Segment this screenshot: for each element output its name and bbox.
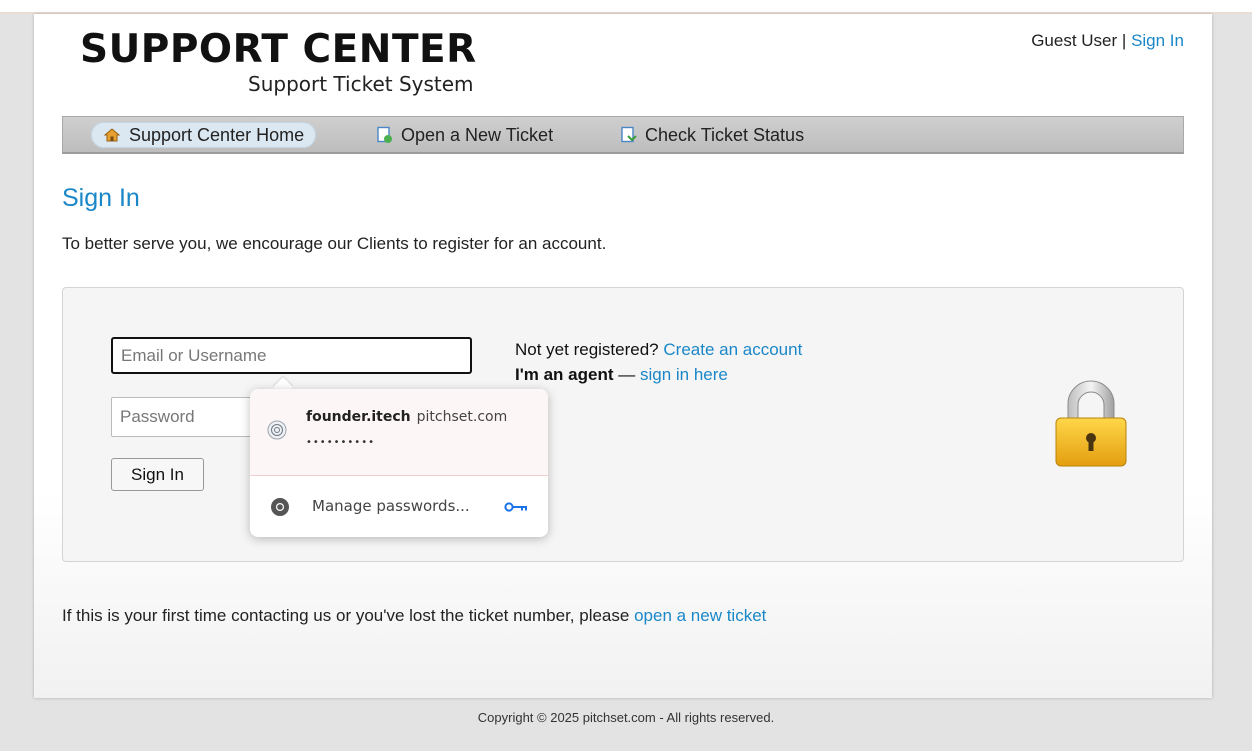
lock-icon (1055, 380, 1127, 467)
logo-title: SUPPORT CENTER (80, 27, 477, 72)
home-icon (103, 128, 121, 142)
key-icon (504, 502, 527, 512)
register-prefix: Not yet registered? (515, 340, 659, 359)
open-new-ticket-link[interactable]: open a new ticket (634, 606, 766, 625)
nav-item-label: Check Ticket Status (645, 124, 805, 145)
new-ticket-icon (377, 126, 392, 143)
first-time-note: If this is your first time contacting us… (62, 606, 766, 626)
password-input[interactable] (111, 397, 261, 437)
chrome-icon (271, 498, 289, 516)
account-links: Not yet registered? Create an account I'… (515, 337, 802, 387)
nav-item-home[interactable]: Support Center Home (91, 122, 317, 148)
saved-username: founder.itech pitchset.com (306, 409, 507, 425)
logo-subtitle: Support Ticket System (248, 72, 474, 96)
nav-item-check-status[interactable]: Check Ticket Status (607, 122, 816, 148)
fingerprint-icon (267, 420, 287, 440)
agent-dash: — (618, 365, 636, 384)
nav-item-label: Open a New Ticket (401, 124, 554, 145)
saved-credential-item[interactable]: founder.itech pitchset.com •••••••••• (250, 389, 548, 476)
copyright-text: Copyright © 2025 pitchset.com - All righ… (477, 710, 775, 725)
nav-item-open-ticket[interactable]: Open a New Ticket (363, 122, 565, 148)
main-nav: Support Center Home Open a New Ticket Ch… (62, 116, 1184, 154)
manage-passwords-item[interactable]: Manage passwords... (250, 489, 548, 525)
nav-item-label: Support Center Home (129, 124, 305, 145)
saved-site: pitchset.com (416, 409, 508, 425)
agent-signin-link[interactable]: sign in here (640, 365, 728, 384)
signin-submit-button[interactable]: Sign In (111, 458, 204, 491)
top-border (0, 0, 1252, 14)
ticket-status-icon (621, 126, 637, 143)
saved-username-text: founder.itech (306, 409, 411, 425)
create-account-link[interactable]: Create an account (663, 340, 802, 359)
guest-user-label: Guest User (1031, 31, 1118, 50)
manage-passwords-label: Manage passwords... (312, 497, 470, 515)
password-autofill-popup: founder.itech pitchset.com •••••••••• Man… (250, 389, 548, 537)
agent-prefix: I'm an agent (515, 365, 614, 384)
header-signin-link[interactable]: Sign In (1131, 31, 1184, 50)
first-time-note-text: If this is your first time contacting us… (62, 606, 630, 625)
intro-text: To better serve you, we encourage our Cl… (62, 234, 607, 253)
saved-password-mask: •••••••••• (306, 437, 375, 448)
user-bar: Guest User | Sign In (1031, 31, 1184, 51)
username-input[interactable] (111, 337, 472, 374)
user-bar-separator: | (1121, 31, 1127, 50)
site-logo[interactable]: SUPPORT CENTER Support Ticket System (80, 28, 520, 100)
page-title: Sign In (62, 184, 140, 212)
